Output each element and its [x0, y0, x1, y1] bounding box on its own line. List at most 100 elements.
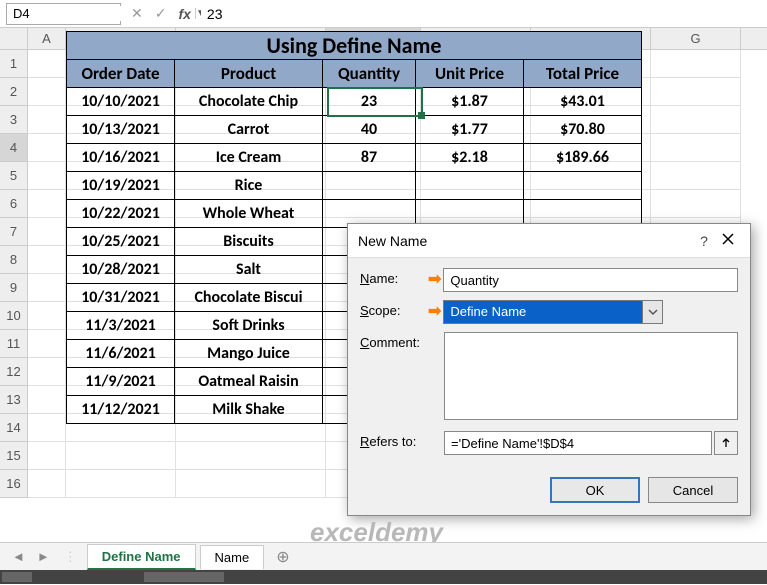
table-cell[interactable]: Soft Drinks: [175, 312, 323, 340]
cell[interactable]: [176, 442, 326, 470]
row-header-7[interactable]: 7: [0, 218, 28, 246]
ok-button[interactable]: OK: [550, 477, 640, 503]
cell[interactable]: [28, 274, 66, 302]
cell[interactable]: [651, 106, 741, 134]
row-header-15[interactable]: 15: [0, 442, 28, 470]
table-cell[interactable]: Chocolate Biscui: [175, 284, 323, 312]
cell[interactable]: [651, 190, 741, 218]
cell[interactable]: [28, 386, 66, 414]
row-header-16[interactable]: 16: [0, 470, 28, 498]
cell[interactable]: [28, 414, 66, 442]
cell[interactable]: [28, 190, 66, 218]
row-header-2[interactable]: 2: [0, 78, 28, 106]
table-cell[interactable]: 10/13/2021: [67, 116, 175, 144]
collapse-dialog-icon[interactable]: [714, 431, 738, 455]
table-cell[interactable]: Carrot: [175, 116, 323, 144]
row-header-5[interactable]: 5: [0, 162, 28, 190]
table-cell[interactable]: Chocolate Chip: [175, 88, 323, 116]
cell[interactable]: [28, 50, 66, 78]
cell[interactable]: [66, 442, 176, 470]
cell[interactable]: [176, 470, 326, 498]
cell[interactable]: [28, 302, 66, 330]
table-cell[interactable]: 10/31/2021: [67, 284, 175, 312]
row-header-14[interactable]: 14: [0, 414, 28, 442]
cell[interactable]: [28, 218, 66, 246]
table-cell[interactable]: 23: [323, 88, 416, 116]
cell[interactable]: [28, 134, 66, 162]
cell[interactable]: [28, 330, 66, 358]
cell[interactable]: [28, 78, 66, 106]
table-cell[interactable]: [416, 172, 524, 200]
table-cell[interactable]: Salt: [175, 256, 323, 284]
name-input[interactable]: [443, 268, 738, 292]
scope-dropdown-icon[interactable]: [643, 300, 663, 324]
table-cell[interactable]: 10/10/2021: [67, 88, 175, 116]
new-sheet-icon[interactable]: ⊕: [268, 547, 297, 567]
table-cell[interactable]: 11/12/2021: [67, 396, 175, 424]
table-cell[interactable]: Oatmeal Raisin: [175, 368, 323, 396]
tab-nav-prev-icon[interactable]: ◄: [8, 549, 29, 564]
table-cell[interactable]: $70.80: [524, 116, 642, 144]
fx-icon[interactable]: fx: [178, 6, 190, 22]
table-cell[interactable]: $189.66: [524, 144, 642, 172]
cell[interactable]: [66, 470, 176, 498]
cell[interactable]: [28, 470, 66, 498]
row-header-12[interactable]: 12: [0, 358, 28, 386]
row-header-6[interactable]: 6: [0, 190, 28, 218]
table-cell[interactable]: $1.77: [416, 116, 524, 144]
comment-textarea[interactable]: [444, 332, 738, 420]
row-header-9[interactable]: 9: [0, 274, 28, 302]
row-header-10[interactable]: 10: [0, 302, 28, 330]
cell[interactable]: [28, 358, 66, 386]
table-cell[interactable]: 87: [323, 144, 416, 172]
table-cell[interactable]: $2.18: [416, 144, 524, 172]
scope-select[interactable]: Define Name: [443, 300, 643, 324]
cell[interactable]: [28, 106, 66, 134]
table-cell[interactable]: 10/28/2021: [67, 256, 175, 284]
table-cell[interactable]: $1.87: [416, 88, 524, 116]
cell[interactable]: [28, 246, 66, 274]
row-header-3[interactable]: 3: [0, 106, 28, 134]
tab-nav-next-icon[interactable]: ►: [33, 549, 54, 564]
table-cell[interactable]: 10/25/2021: [67, 228, 175, 256]
table-cell[interactable]: [323, 172, 416, 200]
row-header-1[interactable]: 1: [0, 50, 28, 78]
table-cell[interactable]: 40: [323, 116, 416, 144]
cell[interactable]: [28, 162, 66, 190]
cell[interactable]: [651, 134, 741, 162]
table-cell[interactable]: 10/22/2021: [67, 200, 175, 228]
sheet-tab-name[interactable]: Name: [200, 545, 265, 569]
table-cell[interactable]: 11/3/2021: [67, 312, 175, 340]
formula-input[interactable]: [201, 6, 767, 22]
table-cell[interactable]: Milk Shake: [175, 396, 323, 424]
close-icon[interactable]: [716, 233, 740, 248]
cancel-button[interactable]: Cancel: [648, 477, 738, 503]
cancel-icon[interactable]: ✕: [131, 5, 143, 22]
table-cell[interactable]: 11/6/2021: [67, 340, 175, 368]
refers-to-input[interactable]: [444, 431, 712, 455]
table-cell[interactable]: Ice Cream: [175, 144, 323, 172]
accept-icon[interactable]: ✓: [155, 5, 167, 22]
table-cell[interactable]: Biscuits: [175, 228, 323, 256]
table-cell[interactable]: 11/9/2021: [67, 368, 175, 396]
row-header-11[interactable]: 11: [0, 330, 28, 358]
table-cell[interactable]: Rice: [175, 172, 323, 200]
table-cell[interactable]: [524, 172, 642, 200]
table-cell[interactable]: $43.01: [524, 88, 642, 116]
row-header-4[interactable]: 4: [0, 134, 28, 162]
table-cell[interactable]: Whole Wheat: [175, 200, 323, 228]
col-header-A[interactable]: A: [28, 28, 66, 49]
col-header-G[interactable]: G: [651, 28, 741, 49]
cell[interactable]: [651, 50, 741, 78]
table-cell[interactable]: Mango Juice: [175, 340, 323, 368]
help-icon[interactable]: ?: [692, 233, 716, 249]
row-header-13[interactable]: 13: [0, 386, 28, 414]
cell[interactable]: [28, 442, 66, 470]
name-box[interactable]: ▼: [6, 3, 121, 25]
row-header-8[interactable]: 8: [0, 246, 28, 274]
cell[interactable]: [651, 78, 741, 106]
sheet-tab-define-name[interactable]: Define Name: [87, 544, 196, 570]
table-cell[interactable]: 10/16/2021: [67, 144, 175, 172]
cell[interactable]: [651, 162, 741, 190]
select-all-corner[interactable]: [0, 28, 28, 49]
